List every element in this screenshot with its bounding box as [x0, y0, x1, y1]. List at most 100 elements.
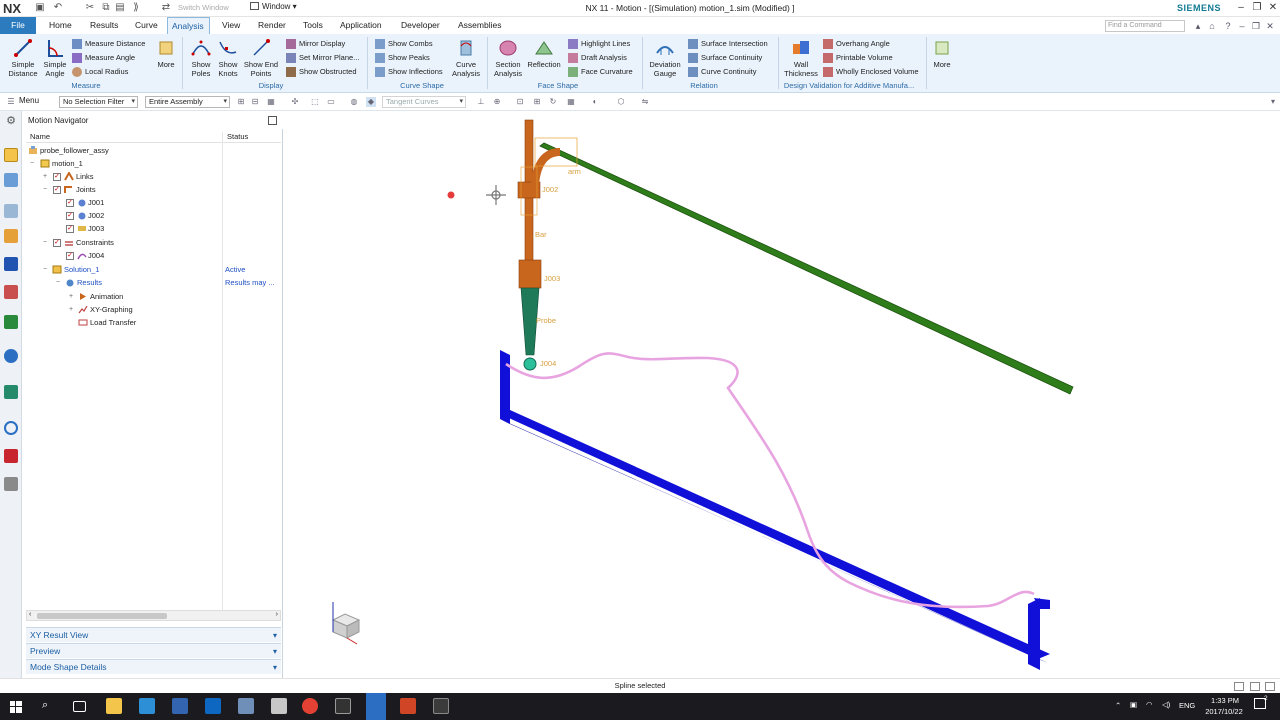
chrome-icon[interactable] [302, 698, 318, 714]
visibility-checkbox[interactable]: ✓ [66, 212, 74, 220]
show-knots-button[interactable]: Show Knots [215, 38, 241, 78]
clock-time[interactable]: 1:33 PM [1207, 696, 1243, 705]
collapse-icon[interactable]: − [41, 183, 49, 196]
fit-view-icon[interactable]: ⊡ [515, 97, 525, 107]
menu-button[interactable]: Menu [19, 96, 39, 105]
expand-icon[interactable]: + [67, 290, 75, 303]
help-icon[interactable]: ? [1222, 20, 1234, 32]
local-radius-button[interactable]: Local Radius [72, 66, 128, 78]
settings-gear-icon[interactable]: ⚙ [4, 114, 18, 128]
tree-row-xy-graphing[interactable]: + XY-Graphing [26, 303, 281, 316]
column-status[interactable]: Status [227, 132, 248, 141]
show-hide-icon[interactable]: ⇋ [640, 97, 650, 107]
show-poles-button[interactable]: Show Poles [188, 38, 214, 78]
expand-icon[interactable]: + [67, 303, 75, 316]
tab-assemblies[interactable]: Assemblies [454, 17, 505, 34]
expand-icon[interactable]: + [41, 170, 49, 183]
ribbon-options-icon[interactable]: ▴ [1192, 20, 1204, 32]
tab-application[interactable]: Application [336, 17, 386, 34]
tree-row-motion-1[interactable]: − motion_1 [26, 157, 281, 170]
view-mode-icon[interactable]: ◍ [349, 97, 359, 107]
tree-row-joints[interactable]: − ✓ Joints [26, 183, 281, 196]
paste-icon[interactable]: ▤ [114, 2, 126, 14]
history-icon[interactable] [4, 421, 18, 435]
lasso-select-icon[interactable]: ▭ [326, 97, 336, 107]
printable-volume-button[interactable]: Printable Volume [823, 52, 893, 64]
joint-icon[interactable] [4, 257, 18, 271]
tree-row-solution-1[interactable]: − Solution_1 Active [26, 263, 281, 276]
tree-row-load-transfer[interactable]: Load Transfer [26, 316, 281, 329]
process-studio-icon[interactable] [4, 449, 18, 463]
home-icon[interactable]: ⌂ [1206, 20, 1218, 32]
render-style-icon[interactable]: ◐ [590, 97, 600, 107]
section-analysis-button[interactable]: Section Analysis [492, 38, 524, 78]
app-icon[interactable] [271, 698, 287, 714]
terminal-icon[interactable] [335, 698, 351, 714]
visibility-checkbox[interactable]: ✓ [53, 186, 61, 194]
rotate-icon[interactable]: ↻ [548, 97, 558, 107]
tab-home[interactable]: Home [45, 17, 76, 34]
visibility-checkbox[interactable]: ✓ [66, 252, 74, 260]
window-close-icon[interactable]: ✕ [1264, 20, 1276, 32]
touch-mode-icon[interactable]: ⇄ [160, 2, 172, 14]
measure-distance-button[interactable]: Measure Distance [72, 38, 145, 50]
show-end-points-button[interactable]: Show End Points [243, 38, 279, 78]
part-navigator-icon[interactable] [4, 173, 18, 187]
tab-view[interactable]: View [218, 17, 244, 34]
model-viewport[interactable]: arm J002 Bar J003 Probe J004 [288, 112, 1280, 678]
system-materials-icon[interactable] [4, 385, 18, 399]
app-icon[interactable] [139, 698, 155, 714]
show-combs-button[interactable]: Show Combs [375, 38, 433, 50]
wholly-enclosed-volume-button[interactable]: Wholly Enclosed Volume [823, 66, 919, 78]
tab-developer[interactable]: Developer [397, 17, 444, 34]
status-icon-layout[interactable] [1250, 682, 1260, 691]
copy-icon[interactable]: ⧉ [100, 2, 112, 14]
show-inflections-button[interactable]: Show Inflections [375, 66, 443, 78]
zoom-icon[interactable]: ⊞ [532, 97, 542, 107]
switch-window-button[interactable]: Switch Window [178, 3, 229, 12]
scroll-left-icon[interactable]: ‹ [29, 611, 31, 618]
guide-spline[interactable] [505, 352, 1035, 609]
selection-filter-dropdown[interactable]: No Selection Filter [59, 96, 138, 108]
tab-tools[interactable]: Tools [299, 17, 327, 34]
surface-intersection-button[interactable]: Surface Intersection [688, 38, 768, 50]
manufacturing-wizards-icon[interactable] [4, 477, 18, 491]
curve-rule-dropdown[interactable]: Tangent Curves [382, 96, 466, 108]
search-icon[interactable]: ⌕ [42, 699, 48, 712]
reuse-library-icon[interactable] [4, 285, 18, 299]
measure-more-button[interactable]: More [154, 38, 178, 69]
visibility-checkbox[interactable]: ✓ [66, 225, 74, 233]
save-icon[interactable]: ▣ [34, 2, 46, 14]
tab-curve[interactable]: Curve [131, 17, 162, 34]
collapse-icon[interactable]: − [54, 276, 62, 289]
j003-block[interactable] [518, 259, 542, 289]
web-browser-icon[interactable] [4, 349, 18, 363]
show-peaks-button[interactable]: Show Peaks [375, 52, 430, 64]
windows-start-icon[interactable] [10, 701, 22, 713]
deselect-icon[interactable]: ⊟ [250, 97, 260, 107]
probe-tip[interactable] [523, 357, 537, 371]
mode-shape-details-section[interactable]: Mode Shape Details ▾ [26, 659, 281, 674]
task-view-icon[interactable] [73, 701, 86, 712]
app-icon[interactable] [238, 698, 254, 714]
scrollbar-thumb[interactable] [37, 613, 167, 619]
motion-navigator-icon[interactable] [4, 148, 18, 162]
network-icon[interactable]: ▣ [1130, 700, 1137, 709]
column-name[interactable]: Name [30, 132, 50, 141]
toolbar-options-icon[interactable]: ▾ [1268, 97, 1278, 107]
stop-at-intersection-icon[interactable]: ⊥ [476, 97, 486, 107]
clock-date[interactable]: 2017/10/22 [1201, 707, 1247, 716]
set-mirror-plane-button[interactable]: Set Mirror Plane... [286, 52, 359, 64]
tray-up-icon[interactable]: ⌃ [1115, 701, 1121, 710]
cut-icon[interactable]: ✂ [84, 2, 96, 14]
select-points-icon[interactable]: ✣ [290, 97, 300, 107]
find-command-input[interactable]: Find a Command [1105, 20, 1185, 32]
scroll-right-icon[interactable]: › [276, 611, 278, 618]
draft-analysis-button[interactable]: Draft Analysis [568, 52, 627, 64]
follow-fillet-icon[interactable]: ⊕ [492, 97, 502, 107]
mirror-display-button[interactable]: Mirror Display [286, 38, 345, 50]
tree-row-links[interactable]: + ✓ Links [26, 170, 281, 183]
file-explorer-icon[interactable] [106, 698, 122, 714]
tree-row-probe-follower-assy[interactable]: probe_follower_assy [26, 144, 281, 157]
outlook-app-icon[interactable] [205, 698, 221, 714]
